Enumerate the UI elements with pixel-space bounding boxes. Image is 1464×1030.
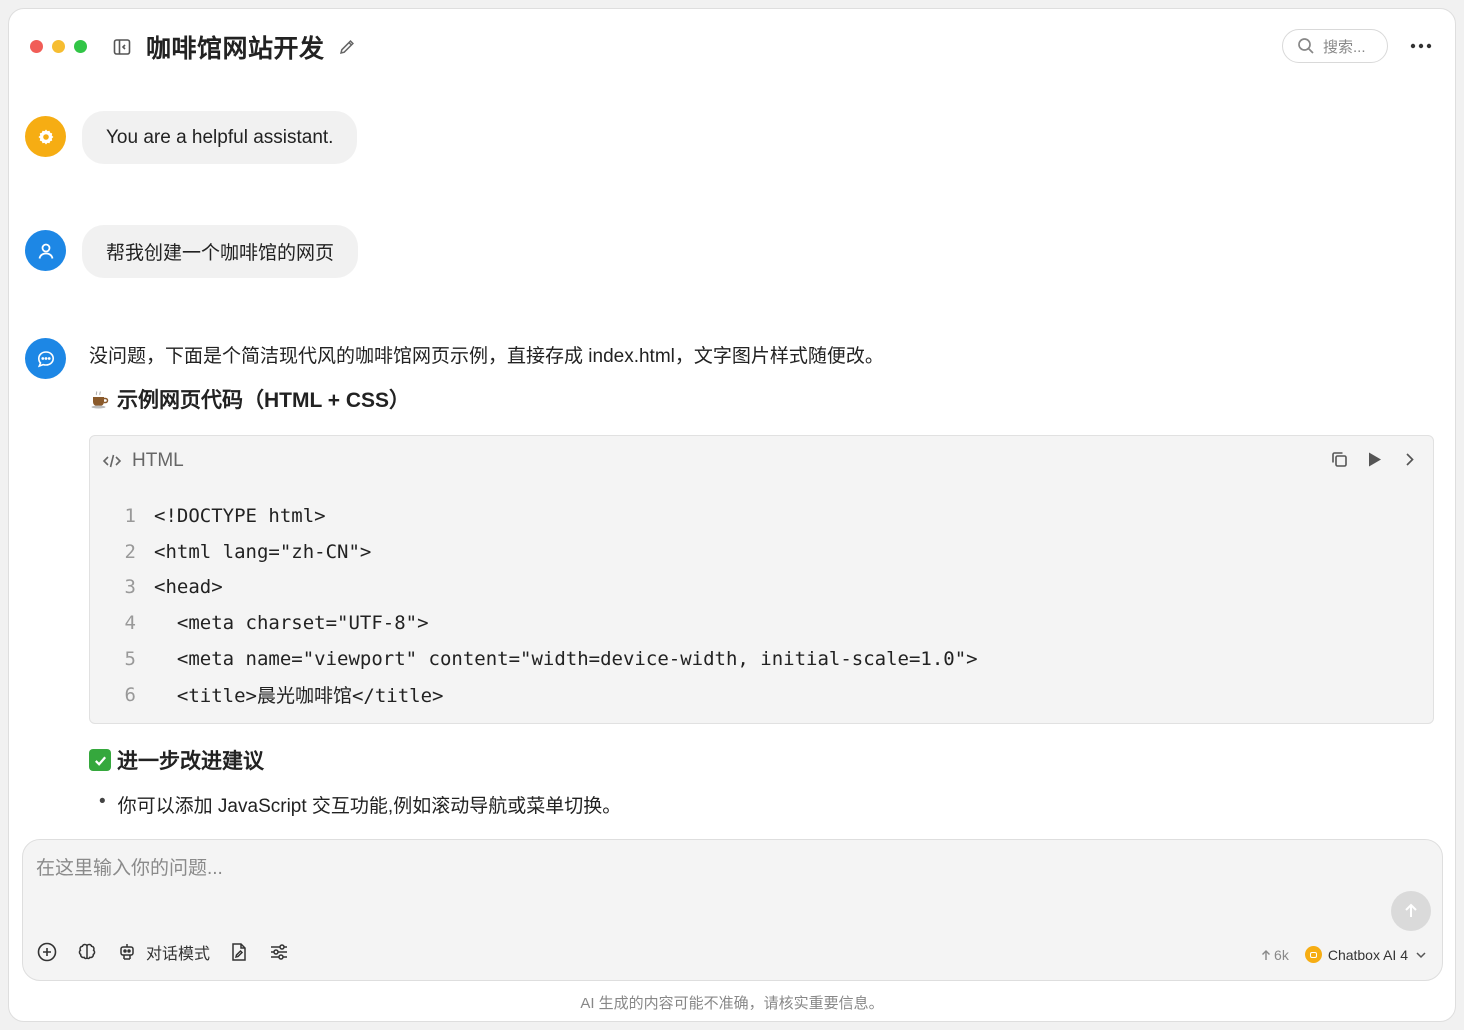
suggestions-heading: 进一步改进建议 [89, 745, 264, 775]
suggestion-text: 你可以添加 JavaScript 交互功能,例如滚动导航或菜单切换。 [117, 796, 622, 817]
line-content: <title>晨光咖啡馆</title> [154, 685, 444, 708]
search-placeholder: 搜索... [1323, 38, 1366, 56]
knowledge-button[interactable] [76, 941, 98, 963]
line-content: <meta charset="UTF-8"> [154, 612, 429, 635]
gear-icon [38, 129, 53, 144]
system-avatar [25, 116, 66, 157]
suggestions-title: 进一步改进建议 [117, 750, 264, 773]
system-message: You are a helpful assistant. [82, 111, 358, 164]
sliders-icon [271, 944, 288, 960]
run-icon[interactable] [1365, 450, 1384, 469]
robot-icon [120, 944, 134, 960]
line-number: 4 [124, 612, 136, 635]
check-mark-icon [89, 749, 111, 771]
sidebar-toggle-icon[interactable] [113, 38, 131, 56]
token-count-value: 6k [1274, 946, 1289, 963]
code-line: 5 <meta name="viewport" content="width=d… [90, 641, 978, 677]
copy-icon[interactable] [1330, 450, 1349, 469]
assistant-intro: 没问题，下面是个简洁现代风的咖啡馆网页示例，直接存成 index.html，文字… [89, 346, 884, 367]
bullet-icon: • [99, 791, 106, 812]
token-count: 6k [1260, 947, 1289, 963]
line-content: <meta name="viewport" content="width=dev… [154, 648, 978, 671]
disclaimer: AI 生成的内容可能不准确，请核实重要信息。 [580, 995, 884, 1012]
line-content: <head> [154, 576, 223, 599]
line-content: <!DOCTYPE html> [154, 504, 326, 527]
chat-title: 咖啡馆网站开发 [146, 35, 325, 63]
code-section-heading: 示例网页代码（HTML + CSS） [89, 384, 410, 414]
code-line: 4 <meta charset="UTF-8"> [90, 605, 978, 641]
document-edit-icon [232, 943, 246, 961]
settings-button[interactable] [268, 941, 290, 963]
search-icon [1298, 38, 1314, 54]
chat-bubble-icon [37, 350, 54, 367]
attach-button[interactable] [36, 941, 58, 963]
model-selector[interactable]: Chatbox AI 4 [1328, 947, 1408, 963]
search-box[interactable]: 搜索... [1282, 29, 1388, 63]
plus-circle-icon [37, 942, 57, 962]
close-window-button[interactable] [30, 40, 43, 53]
more-options-icon[interactable] [1409, 37, 1433, 55]
code-line: 2 <html lang="zh-CN"> [90, 534, 978, 570]
line-number: 1 [124, 504, 136, 527]
code-block-header: HTML [102, 450, 184, 472]
code-icon [102, 454, 122, 468]
code-line: 6 <title>晨光咖啡馆</title> [90, 677, 978, 713]
minimize-window-button[interactable] [52, 40, 65, 53]
user-avatar [25, 230, 66, 271]
composer-toolbar: 对话模式 [36, 940, 290, 964]
code-actions [1330, 450, 1419, 469]
line-number: 5 [124, 648, 136, 671]
line-number: 3 [124, 576, 136, 599]
coffee-cup-icon [91, 391, 109, 409]
brain-icon [78, 943, 96, 960]
code-section-title: 示例网页代码（HTML + CSS） [117, 389, 411, 412]
app-window: 咖啡馆网站开发 搜索... You are a helpful assistan… [8, 8, 1456, 1022]
model-logo-icon [1304, 946, 1322, 963]
send-button[interactable] [1391, 891, 1431, 931]
maximize-window-button[interactable] [74, 40, 87, 53]
line-content: <html lang="zh-CN"> [154, 540, 372, 563]
code-language: HTML [132, 450, 184, 471]
list-item: • 你可以添加 JavaScript 交互功能,例如滚动导航或菜单切换。 [99, 791, 621, 818]
code-block: HTML 1 <!DOCTYPE html> 2 <html lang="zh-CN… [89, 435, 1434, 724]
arrow-up-small-icon [1262, 949, 1271, 960]
code-lines: 1 <!DOCTYPE html> 2 <html lang="zh-CN"> 3 <… [90, 498, 978, 713]
user-message: 帮我创建一个咖啡馆的网页 [82, 225, 359, 278]
line-number: 6 [124, 683, 136, 706]
user-icon [38, 243, 53, 259]
model-area: 6k Chatbox AI 4 [1260, 946, 1428, 963]
chevron-right-icon[interactable] [1400, 450, 1419, 469]
code-line: 1 <!DOCTYPE html> [90, 498, 978, 534]
edit-title-icon[interactable] [338, 38, 356, 56]
chevron-down-icon[interactable] [1414, 948, 1428, 962]
line-number: 2 [124, 540, 136, 563]
composer: 对话模式 6k Chatbox AI 4 [22, 839, 1443, 981]
chat-mode-label: 对话模式 [146, 946, 211, 963]
message-input[interactable] [36, 858, 1336, 880]
assistant-avatar [25, 338, 66, 379]
top-bar: 咖啡馆网站开发 搜索... [9, 9, 1455, 85]
arrow-up-icon [1405, 903, 1417, 917]
code-line: 3 <head> [90, 570, 978, 606]
chat-mode-button[interactable]: 对话模式 [116, 940, 210, 964]
file-button[interactable] [228, 941, 250, 963]
